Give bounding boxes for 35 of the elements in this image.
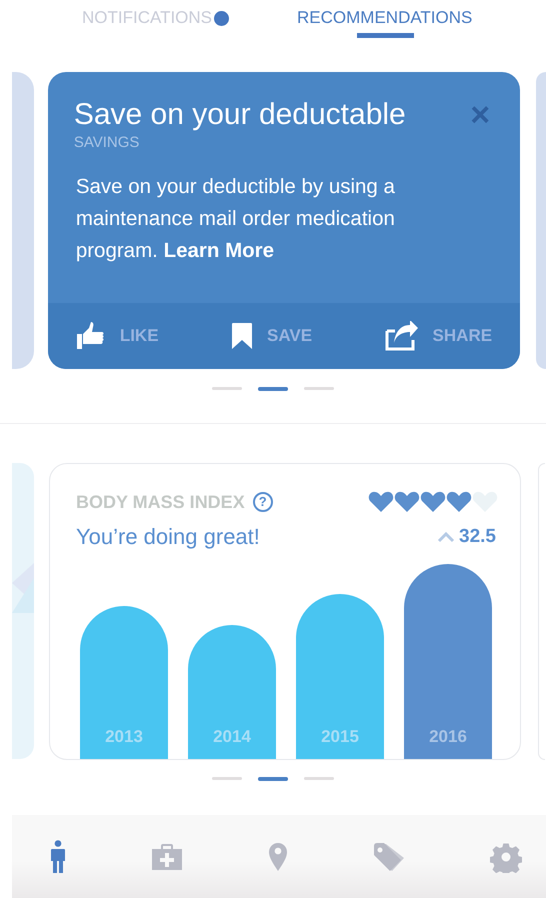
page-indicator[interactable] <box>212 387 242 390</box>
tag-icon[interactable] <box>373 842 405 872</box>
bmi-value: 32.5 <box>459 526 496 548</box>
settings-icon[interactable] <box>490 840 522 872</box>
tab[interactable]: RECOMMENDATIONS <box>297 8 472 38</box>
category-label: SAVINGS <box>74 134 140 151</box>
save-button[interactable]: SAVE <box>231 322 312 350</box>
heart-icon <box>420 491 446 513</box>
heart-icon <box>472 491 498 513</box>
location-pin-icon[interactable] <box>268 842 288 872</box>
page-indicator[interactable] <box>304 387 334 390</box>
chart-bar[interactable]: 2013 <box>80 606 168 759</box>
card-text: Save on your deductible by using a maintenance mail order medication program. Learn More <box>74 174 396 264</box>
chart-bar[interactable]: 2015 <box>296 594 384 759</box>
card-title: BODY MASS INDEX <box>76 492 245 512</box>
page-indicator[interactable] <box>304 777 334 780</box>
page-indicator[interactable] <box>212 777 242 780</box>
medical-kit-icon[interactable] <box>151 842 183 870</box>
share-icon <box>384 321 419 351</box>
bookmark-icon <box>231 322 254 350</box>
card-title: Save on your deductable <box>74 98 406 132</box>
person-icon[interactable] <box>50 840 66 874</box>
heart-icon <box>368 491 394 513</box>
close-button[interactable]: × <box>466 98 494 132</box>
share-button[interactable]: SHARE <box>384 321 492 351</box>
page-indicator[interactable] <box>258 387 288 391</box>
like-button[interactable]: LIKE <box>76 321 159 351</box>
chart-bar[interactable]: 2016 <box>404 564 492 759</box>
chart-bar[interactable]: 2014 <box>188 625 276 759</box>
help-button[interactable]: ? <box>252 492 273 512</box>
heart-icon <box>394 491 420 513</box>
thumbs-up-icon <box>76 321 106 351</box>
heart-icon <box>446 491 472 513</box>
page-indicator[interactable] <box>258 777 288 781</box>
status-message: You’re doing great! <box>76 524 260 550</box>
